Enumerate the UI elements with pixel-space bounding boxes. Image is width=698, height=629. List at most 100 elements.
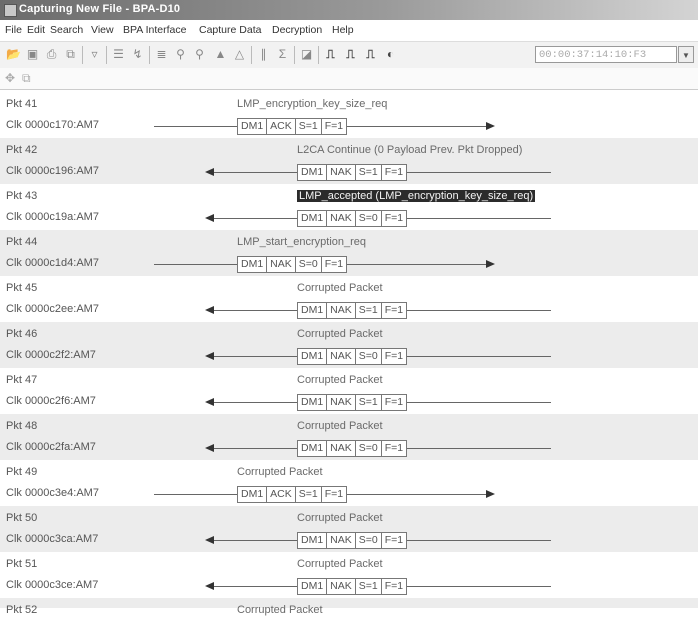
menu-help[interactable]: Help: [332, 24, 354, 36]
move-icon[interactable]: ✥: [5, 71, 15, 85]
window-title: Capturing New File - BPA-D10: [19, 3, 181, 15]
packet-field: NAK: [326, 210, 356, 227]
find-letters-icon[interactable]: ▲: [212, 46, 229, 63]
find-icon[interactable]: ⚲: [172, 46, 189, 63]
find-letters-alt-icon[interactable]: △: [231, 46, 248, 63]
packet-field: S=0: [354, 348, 382, 365]
packet-number: Pkt 50: [6, 512, 38, 524]
menu-capture-data[interactable]: Capture Data: [199, 24, 261, 36]
toolbar-separator: [318, 46, 319, 64]
packet-row[interactable]: Pkt 46 Clk 0000c2f2:AM7 Corrupted Packet DM…: [0, 322, 698, 368]
packet-fields: DM1 NAK S=0 F=1: [297, 532, 408, 549]
packet-description: Corrupted Packet: [237, 604, 323, 616]
menu-bpa-interface[interactable]: BPA Interface: [123, 24, 186, 36]
packet-clock: Clk 0000c2f6:AM7: [6, 395, 96, 407]
packet-field: F=1: [380, 210, 408, 227]
packet-row[interactable]: Pkt 47 Clk 0000c2f6:AM7 Corrupted Packet DM…: [0, 368, 698, 414]
left-arrow-icon: [205, 352, 214, 360]
packet-field: NAK: [326, 532, 356, 549]
copy-icon[interactable]: ⧉: [62, 46, 79, 63]
packet-row[interactable]: Pkt 44 Clk 0000c1d4:AM7 LMP_start_encrypti…: [0, 230, 698, 276]
packet-field: NAK: [326, 164, 356, 181]
menu-decryption[interactable]: Decryption: [272, 24, 322, 36]
packet-field: F=1: [380, 394, 408, 411]
packet-fields: DM1 NAK S=0 F=1: [297, 348, 408, 365]
packet-description: LMP_encryption_key_size_req: [237, 98, 388, 110]
decode-icon[interactable]: ∥: [255, 46, 272, 63]
print-icon[interactable]: ⎙: [43, 46, 60, 63]
packet-row[interactable]: Pkt 49 Clk 0000c3e4:AM7 Corrupted Packet DM…: [0, 460, 698, 506]
packet-description: Corrupted Packet: [297, 374, 383, 386]
open-icon[interactable]: 📂: [5, 46, 22, 63]
link-one-icon[interactable]: ⎍: [322, 46, 339, 63]
sort-icon[interactable]: ≣: [153, 46, 170, 63]
packet-row[interactable]: Pkt 51 Clk 0000c3ce:AM7 Corrupted Packet DM…: [0, 552, 698, 598]
packet-field: F=1: [380, 578, 408, 595]
packet-field: F=1: [320, 256, 348, 273]
packet-fields: DM1 NAK S=1 F=1: [297, 578, 408, 595]
toolbar-separator: [82, 46, 83, 64]
packet-field: ACK: [266, 118, 296, 135]
packet-field: DM1: [297, 532, 328, 549]
packet-number: Pkt 52: [6, 604, 38, 616]
link-two-icon[interactable]: ⎍: [342, 46, 359, 63]
stop-icon[interactable]: ◐: [382, 46, 399, 63]
packet-fields: DM1 NAK S=0 F=1: [237, 256, 348, 273]
right-arrow-icon: [486, 122, 495, 130]
packet-number: Pkt 47: [6, 374, 38, 386]
packet-field: F=1: [380, 440, 408, 457]
toolbar: 📂 ▣ ⎙ ⧉ ▿ ☰ ↯ ≣ ⚲ ⚲ ▲ △ ∥ Σ ◪ ⎍ ⎍ ⎍ ◐ 00…: [0, 41, 698, 69]
packet-fields: DM1 ACK S=1 F=1: [237, 118, 348, 135]
packet-row[interactable]: Pkt 42 Clk 0000c196:AM7 L2CA Continue (0 P…: [0, 138, 698, 184]
menu-view[interactable]: View: [91, 24, 114, 36]
packet-field: F=1: [380, 302, 408, 319]
left-arrow-icon: [205, 168, 214, 176]
time-field[interactable]: 00:00:37:14:10:F3: [535, 46, 677, 63]
packet-number: Pkt 41: [6, 98, 38, 110]
packet-row[interactable]: Pkt 45 Clk 0000c2ee:AM7 Corrupted Packet DM…: [0, 276, 698, 322]
menu-search[interactable]: Search: [50, 24, 83, 36]
filter-icon[interactable]: ▿: [86, 46, 103, 63]
packet-field: NAK: [326, 348, 356, 365]
packet-number: Pkt 51: [6, 558, 38, 570]
packet-number: Pkt 49: [6, 466, 38, 478]
packet-field: NAK: [266, 256, 296, 273]
packet-field: F=1: [320, 118, 348, 135]
packet-row[interactable]: Pkt 52 Corrupted Packet: [0, 598, 698, 616]
packet-field: DM1: [297, 210, 328, 227]
toolbar-separator: [106, 46, 107, 64]
packet-field: DM1: [237, 256, 268, 273]
packet-fields: DM1 NAK S=0 F=1: [297, 440, 408, 457]
menu-edit[interactable]: Edit: [27, 24, 45, 36]
packet-number: Pkt 43: [6, 190, 38, 202]
left-arrow-icon: [205, 398, 214, 406]
packet-row[interactable]: Pkt 50 Clk 0000c3ca:AM7 Corrupted Packet DM…: [0, 506, 698, 552]
summary-icon[interactable]: Σ: [274, 46, 291, 63]
packet-row[interactable]: Pkt 41 Clk 0000c170:AM7 LMP_encryption_key…: [0, 92, 698, 138]
packet-field: DM1: [297, 302, 328, 319]
list-view-icon[interactable]: ☰: [110, 46, 127, 63]
packet-fields: DM1 NAK S=1 F=1: [297, 394, 408, 411]
menu-file[interactable]: File: [5, 24, 22, 36]
packet-field: ACK: [266, 486, 296, 503]
ruler-icon[interactable]: ⧉: [22, 71, 31, 86]
packet-description: Corrupted Packet: [297, 328, 383, 340]
packet-field: S=1: [294, 486, 322, 503]
packet-field: DM1: [237, 118, 268, 135]
packet-row[interactable]: Pkt 43 Clk 0000c19a:AM7 LMP_accepted (LMP_…: [0, 184, 698, 230]
toolbar-separator: [149, 46, 150, 64]
left-arrow-icon: [205, 214, 214, 222]
packet-clock: Clk 0000c2ee:AM7: [6, 303, 99, 315]
time-dropdown-button[interactable]: ▼: [678, 46, 694, 63]
packet-fields: DM1 NAK S=0 F=1: [297, 210, 408, 227]
packet-description: Corrupted Packet: [237, 466, 323, 478]
protocol-icon[interactable]: ↯: [129, 46, 146, 63]
packet-field: S=1: [294, 118, 322, 135]
packet-number: Pkt 44: [6, 236, 38, 248]
find-next-icon[interactable]: ⚲: [191, 46, 208, 63]
packet-row[interactable]: Pkt 48 Clk 0000c2fa:AM7 Corrupted Packet DM…: [0, 414, 698, 460]
save-icon[interactable]: ▣: [24, 46, 41, 63]
packet-clock: Clk 0000c3ce:AM7: [6, 579, 99, 591]
link-three-icon[interactable]: ⎍: [362, 46, 379, 63]
hex-icon[interactable]: ◪: [298, 46, 315, 63]
